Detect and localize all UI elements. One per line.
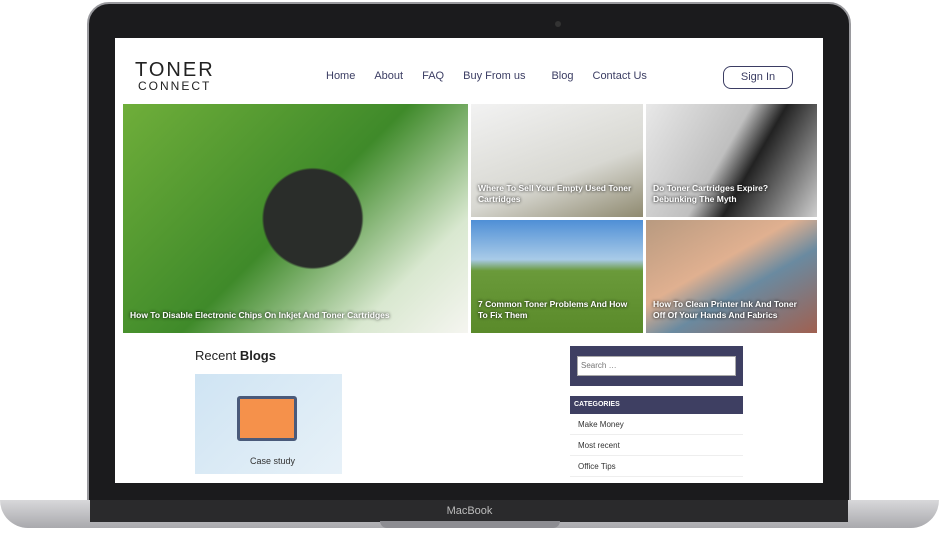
nav-blog[interactable]: Blog bbox=[551, 70, 573, 82]
featured-post[interactable]: How To Clean Printer Ink And Toner Off O… bbox=[646, 220, 817, 333]
sign-in-button[interactable]: Sign In bbox=[723, 66, 793, 89]
nav-buy[interactable]: Buy From us bbox=[463, 70, 525, 82]
blog-thumbnail[interactable]: Case study bbox=[195, 374, 342, 474]
category-link[interactable]: Make Money bbox=[570, 414, 743, 435]
sidebar: CATEGORIES Make Money Most recent Office… bbox=[570, 346, 743, 477]
logo-line2: CONNECT bbox=[138, 79, 212, 93]
featured-title: How To Disable Electronic Chips On Inkje… bbox=[130, 310, 390, 320]
recent-blogs-heading: Recent Blogs bbox=[195, 348, 276, 363]
heading-bold: Blogs bbox=[239, 348, 276, 363]
featured-title: How To Clean Printer Ink And Toner Off O… bbox=[653, 299, 797, 320]
featured-title: 7 Common Toner Problems And How To Fix T… bbox=[478, 299, 628, 320]
category-link[interactable]: Office Tips bbox=[570, 456, 743, 477]
categories-heading: CATEGORIES bbox=[570, 396, 743, 414]
featured-title: Do Toner Cartridges Expire? Debunking Th… bbox=[653, 183, 769, 204]
main-nav: Home About FAQ Buy From us Blog Contact … bbox=[326, 70, 666, 82]
logo[interactable]: TONER CONNECT bbox=[135, 60, 215, 92]
featured-post[interactable]: Do Toner Cartridges Expire? Debunking Th… bbox=[646, 104, 817, 217]
nav-faq[interactable]: FAQ bbox=[422, 70, 444, 82]
nav-home[interactable]: Home bbox=[326, 70, 355, 82]
search-input[interactable] bbox=[577, 355, 736, 376]
featured-title: Where To Sell Your Empty Used Toner Cart… bbox=[478, 183, 632, 204]
logo-line1: TONER bbox=[135, 59, 215, 81]
device-illustration bbox=[237, 396, 297, 441]
featured-post[interactable]: How To Disable Electronic Chips On Inkje… bbox=[123, 104, 468, 333]
category-link[interactable]: Most recent bbox=[570, 435, 743, 456]
heading-prefix: Recent bbox=[195, 348, 240, 363]
nav-contact[interactable]: Contact Us bbox=[593, 70, 647, 82]
featured-post[interactable]: 7 Common Toner Problems And How To Fix T… bbox=[471, 220, 643, 333]
search-widget bbox=[570, 346, 743, 386]
thumbnail-label: Case study bbox=[250, 456, 296, 466]
device-brand: MacBook bbox=[446, 505, 493, 517]
nav-about[interactable]: About bbox=[374, 70, 403, 82]
camera bbox=[555, 21, 561, 27]
screen: TONER CONNECT Home About FAQ Buy From us… bbox=[115, 38, 823, 483]
laptop-notch bbox=[380, 521, 560, 528]
featured-post[interactable]: Where To Sell Your Empty Used Toner Cart… bbox=[471, 104, 643, 217]
